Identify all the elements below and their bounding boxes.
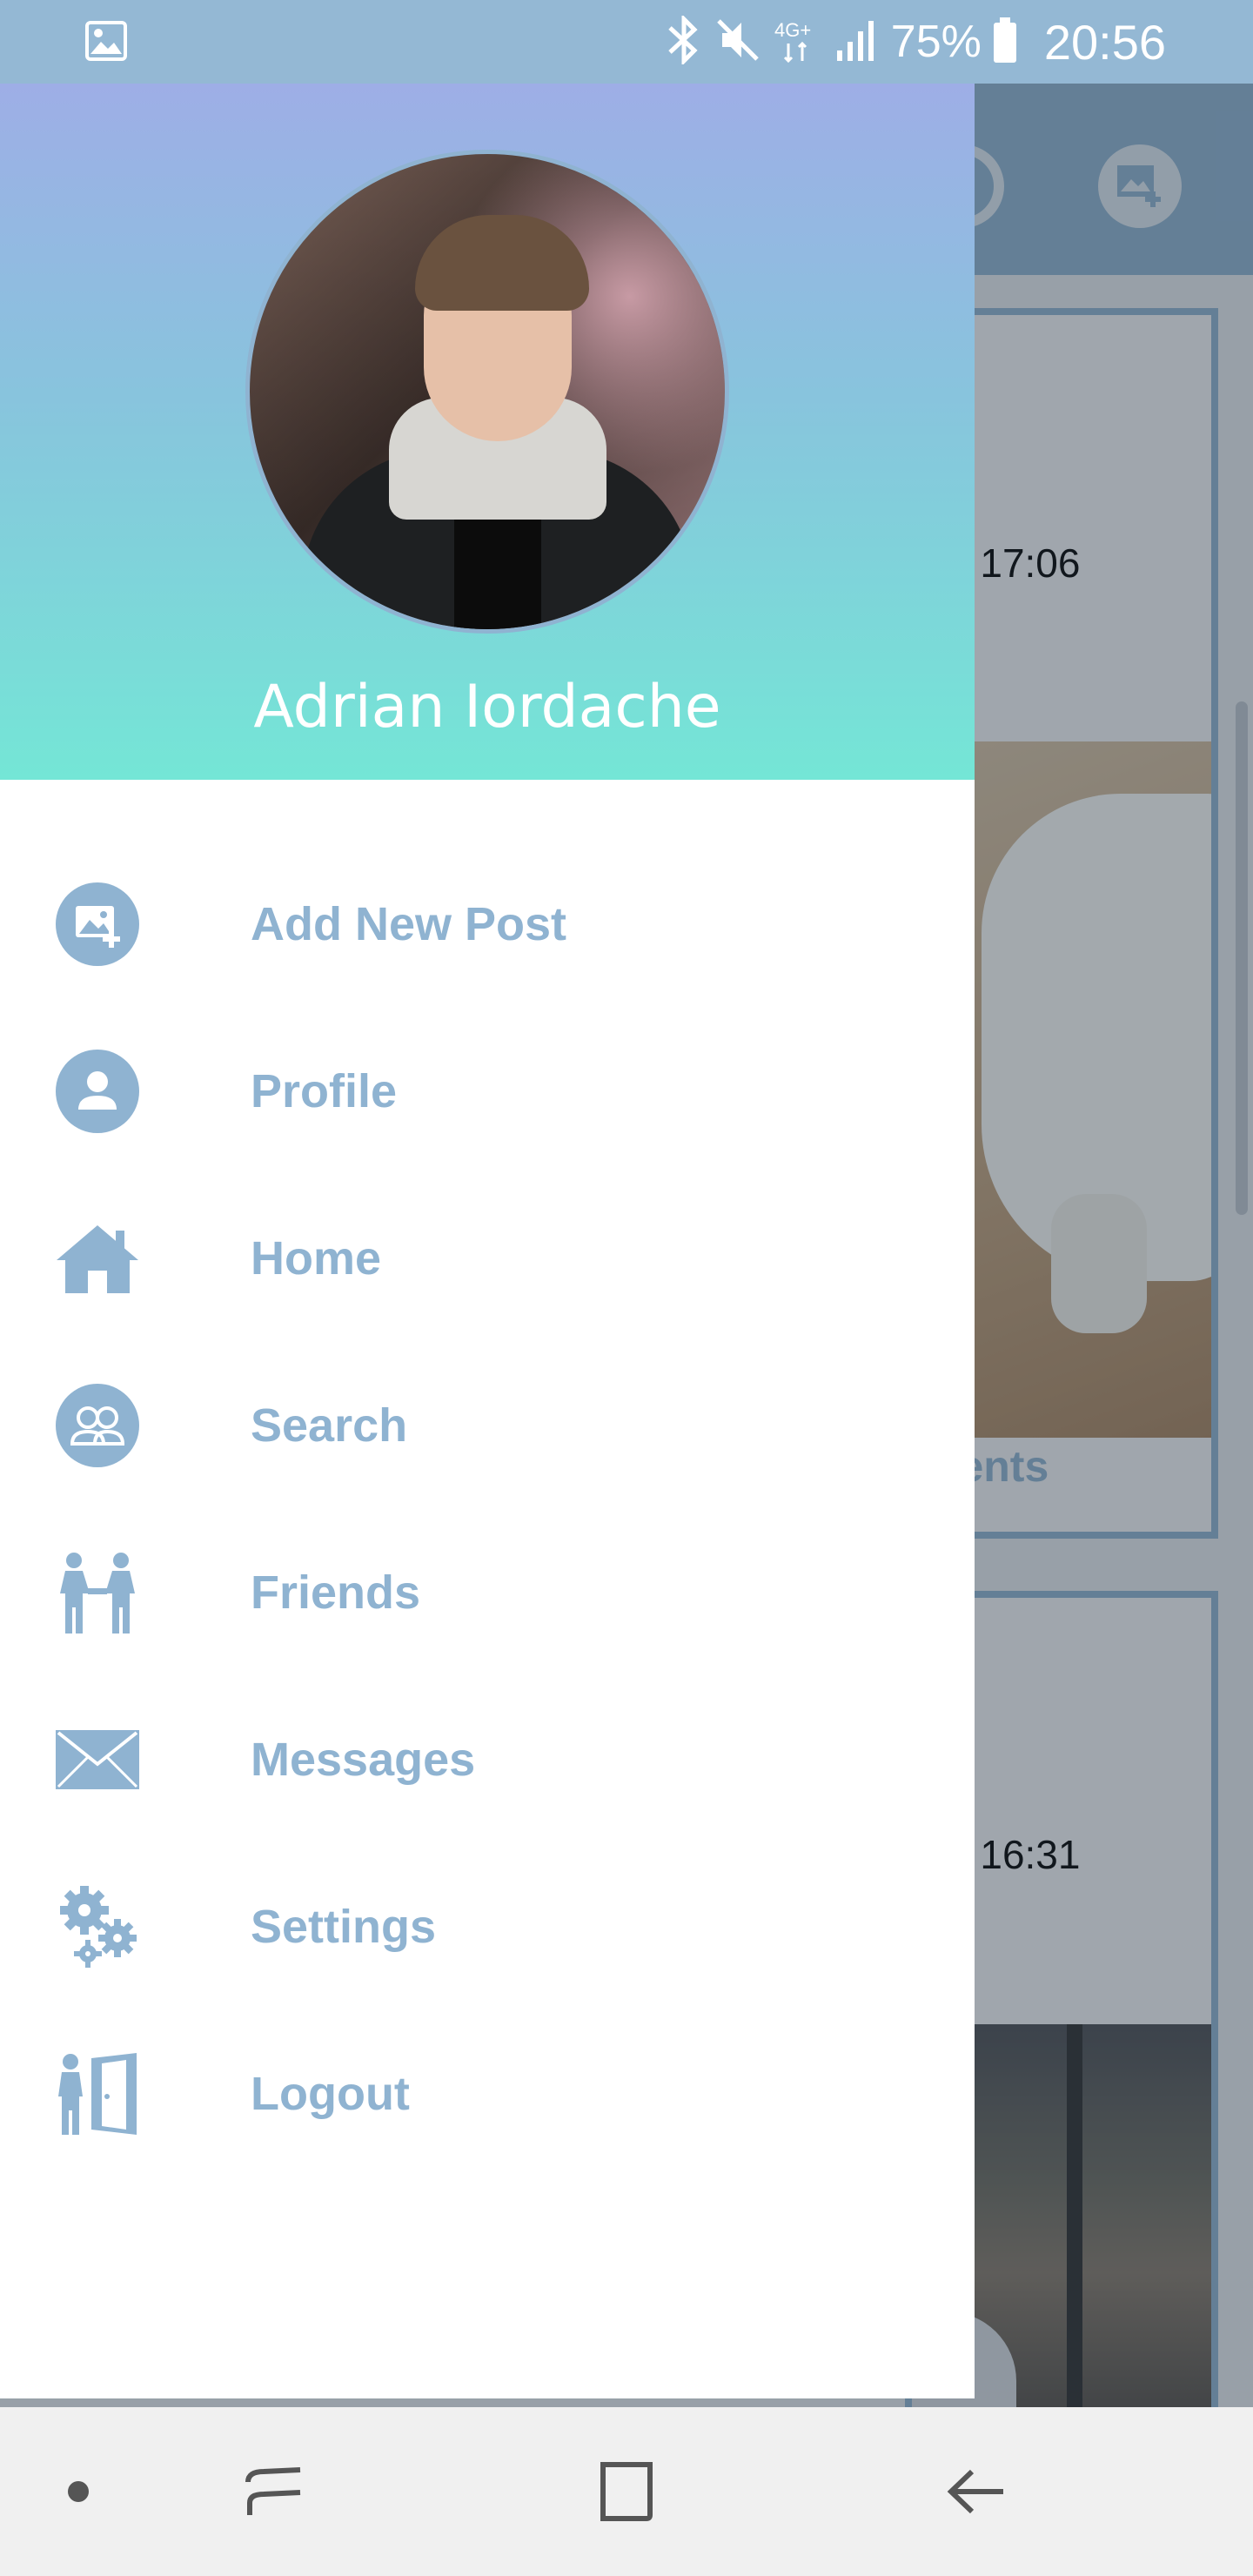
svg-text:4G+: 4G+	[774, 19, 811, 41]
menu-item-logout[interactable]: Logout	[0, 2010, 975, 2177]
menu-item-label: Messages	[251, 1734, 476, 1786]
menu-item-messages[interactable]: Messages	[0, 1676, 975, 1843]
bluetooth-icon	[665, 13, 715, 69]
battery-percent: 75%	[890, 17, 982, 67]
menu-item-label: Profile	[251, 1065, 398, 1117]
menu-item-settings[interactable]: Settings	[0, 1843, 975, 2010]
logout-door-icon	[52, 2049, 143, 2139]
menu-item-search[interactable]: Search	[0, 1342, 975, 1509]
status-icons: 4G+ 75% 20:56	[665, 12, 1166, 71]
drawer-menu: Add New Post Profile Home Search Friends	[0, 841, 975, 2177]
menu-item-home[interactable]: Home	[0, 1175, 975, 1342]
menu-item-label: Search	[251, 1399, 408, 1452]
back-arrow-icon[interactable]	[889, 2407, 1063, 2576]
home-icon	[52, 1213, 143, 1304]
recent-apps-icon[interactable]	[188, 2407, 362, 2576]
gears-icon	[52, 1882, 143, 1972]
menu-item-profile[interactable]: Profile	[0, 1008, 975, 1175]
navigation-drawer: Adrian Iordache Add New Post Profile Hom…	[0, 84, 975, 2398]
envelope-icon	[52, 1714, 143, 1805]
menu-item-label: Friends	[251, 1566, 421, 1619]
menu-item-friends[interactable]: Friends	[0, 1509, 975, 1676]
avatar[interactable]	[245, 150, 729, 634]
friends-icon	[52, 1547, 143, 1638]
add-photo-icon	[52, 879, 143, 969]
network-icon: 4G+	[773, 16, 834, 69]
drawer-header: Adrian Iordache	[0, 84, 975, 780]
home-square-icon[interactable]	[539, 2407, 714, 2576]
status-bar: 4G+ 75% 20:56	[0, 0, 1253, 84]
menu-item-label: Settings	[251, 1901, 437, 1953]
mute-icon	[715, 16, 773, 69]
system-nav-bar	[0, 2407, 1253, 2576]
menu-item-label: Home	[251, 1232, 382, 1285]
menu-item-label: Logout	[251, 2068, 410, 2120]
gallery-icon	[85, 21, 127, 65]
menu-item-label: Add New Post	[251, 898, 567, 950]
battery-icon	[992, 16, 1030, 69]
menu-item-add-new-post[interactable]: Add New Post	[0, 841, 975, 1008]
dot-icon[interactable]	[0, 2407, 165, 2576]
profile-icon	[52, 1046, 143, 1137]
user-name: Adrian Iordache	[253, 673, 721, 741]
signal-icon	[834, 16, 891, 69]
search-users-icon	[52, 1380, 143, 1471]
clock: 20:56	[1043, 14, 1166, 70]
